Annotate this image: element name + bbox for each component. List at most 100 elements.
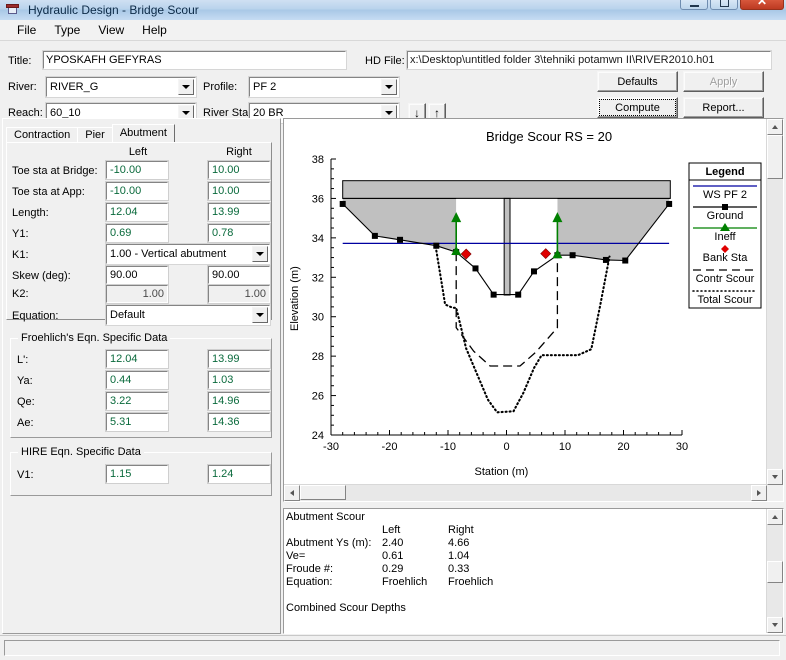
column-header-left: Left [128,146,148,158]
toe-sta-bridge-left-input[interactable]: -10.00 [105,160,169,180]
toe-sta-app-right-input[interactable]: 10.00 [207,181,271,201]
length-label: Length: [12,207,49,219]
chevron-down-icon[interactable] [252,246,268,262]
equation-label: Equation: [12,310,59,322]
results-row-ve: Ve= 0.61 1.04 [286,550,765,563]
results-scroll-down-button[interactable] [767,617,783,633]
hdfile-input[interactable]: x:\Desktop\untitled folder 3\tehniki pot… [406,50,772,70]
y1-right-input[interactable]: 0.78 [207,223,271,243]
chart-title: Bridge Scour RS = 20 [486,129,612,144]
froehlich-qe-right-input[interactable]: 14.96 [207,391,271,411]
x-tick-label: 20 [617,441,629,453]
profile-combo[interactable]: PF 2 [248,76,400,98]
menu-item-file[interactable]: File [8,21,45,39]
chart-horizontal-scrollbar[interactable] [284,484,767,501]
menu-item-view[interactable]: View [89,21,133,39]
tab-pier[interactable]: Pier [77,127,113,142]
skew-right-input[interactable]: 90.00 [207,265,271,285]
results-vscroll-thumb[interactable] [767,561,783,583]
apply-button[interactable]: Apply [683,71,764,92]
length-right-input[interactable]: 13.99 [207,202,271,222]
tab-contraction[interactable]: Contraction [6,127,79,142]
toe-sta-app-left-input[interactable]: -10.00 [105,181,169,201]
froehlich-l-label: L': [17,354,29,366]
triangle-right-icon [757,490,761,496]
maximize-button[interactable] [710,0,738,10]
hire-v1-left-input[interactable]: 1.15 [105,464,169,484]
froehlich-l-left-input[interactable]: 12.04 [105,349,169,369]
chevron-down-icon[interactable] [381,79,397,95]
ground-point-marker [339,200,346,207]
froehlich-ya-left-input[interactable]: 0.44 [105,370,169,390]
legend-label: Ineff [714,231,736,243]
river-combo[interactable]: RIVER_G [45,76,197,98]
froehlich-ya-label: Ya: [17,375,33,387]
skew-left-input[interactable]: 90.00 [105,265,169,285]
menu-item-type[interactable]: Type [45,21,89,39]
chart-hscroll-thumb[interactable] [300,485,346,500]
results-heading-row: Abutment Scour [286,511,765,524]
froehlich-ae-left-input[interactable]: 5.31 [105,412,169,432]
equation-combo-value: Default [110,309,145,321]
results-ve-left: 0.61 [382,550,404,562]
chart-scroll-up-button[interactable] [767,119,783,135]
y-tick-label: 26 [312,391,324,403]
results-panel: Abutment Scour Left Right Abutment Ys (m… [283,508,784,634]
equation-combo[interactable]: Default [105,304,271,326]
ground-point-marker [530,268,537,275]
bridge-scour-chart: Bridge Scour RS = 20 Station (m) Elevation… [284,119,768,487]
results-col-right: Right [448,524,474,536]
results-ve-label: Ve= [286,550,306,562]
close-icon: ✕ [756,0,768,8]
title-input[interactable]: YPOSKAFH GEFYRAS [42,50,347,70]
chart-vscroll-thumb[interactable] [767,135,783,179]
results-scroll-up-button[interactable] [767,509,783,525]
y-tick-label: 30 [312,312,324,324]
bridge-scour-chart-panel: Bridge Scour RS = 20 Station (m) Elevation… [283,118,784,502]
chevron-down-icon[interactable] [178,79,194,95]
ground-point-marker [569,252,576,259]
chart-scroll-right-button[interactable] [751,485,767,501]
chart-scroll-left-button[interactable] [284,485,300,501]
k2-left-value: 1.00 [105,284,169,304]
length-left-input[interactable]: 12.04 [105,202,169,222]
triangle-down-icon [772,475,778,479]
bridge-deck [342,180,671,199]
froehlich-group-label: Froehlich's Eqn. Specific Data [18,332,171,344]
results-row-ys: Abutment Ys (m): 2.40 4.66 [286,537,765,550]
results-froude-left: 0.29 [382,563,404,575]
results-column-header-row: Left Right [286,524,765,537]
hire-v1-right-input[interactable]: 1.24 [207,464,271,484]
y-tick-label: 28 [312,351,324,363]
close-button[interactable]: ✕ [740,0,784,10]
tab-abutment[interactable]: Abutment [111,124,175,142]
report-button[interactable]: Report... [683,97,764,118]
k1-combo[interactable]: 1.00 - Vertical abutment [105,243,271,265]
froehlich-l-right-input[interactable]: 13.99 [207,349,271,369]
y1-left-input[interactable]: 0.69 [105,223,169,243]
chart-xlabel: Station (m) [475,466,529,478]
chevron-down-icon[interactable] [252,307,268,323]
froehlich-qe-left-input[interactable]: 3.22 [105,391,169,411]
y-tick-label: 38 [312,154,324,166]
x-tick-label: -20 [382,441,398,453]
results-footer-row: Combined Scour Depths [286,602,765,615]
minimize-button[interactable] [680,0,708,10]
froehlich-ya-right-input[interactable]: 1.03 [207,370,271,390]
compute-button[interactable]: Compute [597,97,678,118]
menu-item-help[interactable]: Help [133,21,176,39]
k1-label: K1: [12,249,29,261]
chart-vertical-scrollbar[interactable] [766,119,783,485]
top-form: Title: YPOSKAFH GEFYRAS HD File: x:\Desk… [0,41,786,124]
ground-point-marker [397,236,404,243]
defaults-button[interactable]: Defaults [597,71,678,92]
status-bar [0,635,786,660]
results-heading: Abutment Scour [286,511,365,523]
toe-sta-bridge-right-input[interactable]: 10.00 [207,160,271,180]
chart-ylabel: Elevation (m) [289,266,301,331]
toe-sta-app-label: Toe sta at App: [12,186,85,198]
froehlich-ae-right-input[interactable]: 14.36 [207,412,271,432]
chart-svg: Bridge Scour RS = 20 Station (m) Elevation… [289,129,762,478]
chart-scroll-down-button[interactable] [767,469,783,485]
results-vertical-scrollbar[interactable] [766,509,783,633]
